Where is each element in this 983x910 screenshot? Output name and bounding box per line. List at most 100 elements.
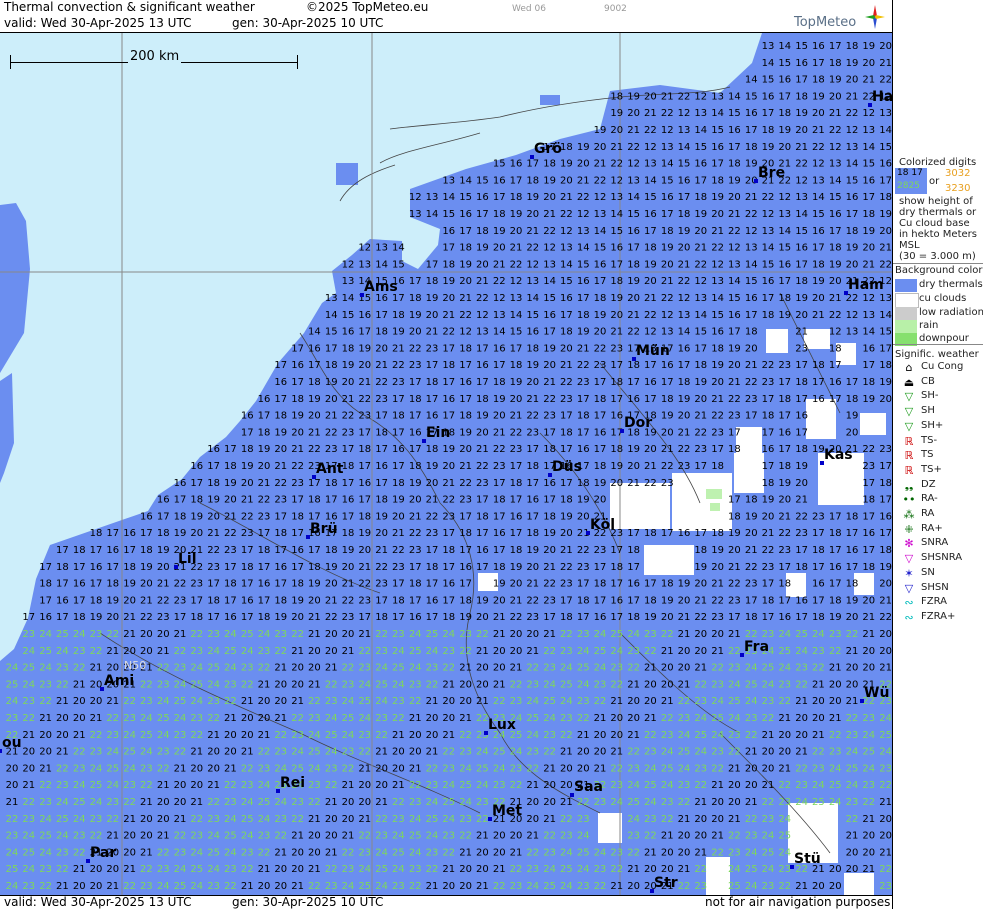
thermal-digit: 22 <box>342 763 355 774</box>
thermal-digit: 23 <box>190 713 203 724</box>
thermal-digit: 17 <box>274 545 287 556</box>
thermal-digit: 18 <box>493 562 506 573</box>
thermal-digit: 17 <box>375 310 388 321</box>
thermal-digit: 18 <box>762 310 775 321</box>
thermal-digit: 24 <box>106 747 119 758</box>
thermal-digit: 20 <box>543 360 556 371</box>
thermal-digit: 22 <box>644 730 657 741</box>
thermal-digit: 23 <box>190 579 203 590</box>
thermal-digit: 13 <box>577 226 590 237</box>
thermal-digit: 17 <box>476 209 489 220</box>
thermal-digit: 20 <box>426 478 439 489</box>
thermal-digit: 17 <box>123 545 136 556</box>
thermal-digit: 22 <box>745 209 758 220</box>
thermal-digit: 14 <box>526 293 539 304</box>
thermal-digit: 23 <box>778 545 791 556</box>
thermal-digit: 20 <box>577 747 590 758</box>
thermal-digit: 18 <box>207 595 220 606</box>
thermal-digit: 19 <box>140 562 153 573</box>
thermal-digit: 19 <box>526 360 539 371</box>
thermal-digit: 22 <box>543 579 556 590</box>
thermal-digit: 22 <box>409 343 422 354</box>
thermal-digit: 22 <box>661 814 674 825</box>
thermal-digit: 21 <box>610 327 623 338</box>
thermal-digit: 19 <box>459 612 472 623</box>
thermal-digit: 14 <box>862 327 875 338</box>
thermal-digit: 16 <box>762 444 775 455</box>
thermal-digit: 22 <box>157 595 170 606</box>
thermal-digit: 23 <box>678 780 691 791</box>
thermal-digit: 22 <box>106 713 119 724</box>
thermal-digit: 21 <box>526 646 539 657</box>
thermal-digit: 18 <box>694 360 707 371</box>
thermal-digit: 17 <box>409 411 422 422</box>
city-label: Par <box>90 845 117 861</box>
thermal-digit: 20 <box>358 797 371 808</box>
thermal-digit: 24 <box>426 797 439 808</box>
thermal-digit: 20 <box>745 763 758 774</box>
thermal-digit: 20 <box>711 797 724 808</box>
thermal-digit: 22 <box>493 881 506 892</box>
thermal-digit: 20 <box>627 696 640 707</box>
thermal-digit: 23 <box>90 629 103 640</box>
thermal-digit: 20 <box>392 763 405 774</box>
thermal-digit: 22 <box>409 881 422 892</box>
thermal-digit: 17 <box>778 562 791 573</box>
footer-valid-time: valid: Wed 30-Apr-2025 13 UTC <box>4 895 192 909</box>
thermal-digit: 25 <box>140 730 153 741</box>
thermal-digit: 22 <box>678 91 691 102</box>
thermal-digit: 20 <box>694 814 707 825</box>
thermal-digit: 21 <box>157 831 170 842</box>
thermal-digit: 20 <box>543 780 556 791</box>
thermal-digit: 20 <box>627 713 640 724</box>
thermal-digit: 19 <box>442 276 455 287</box>
thermal-digit: 21 <box>678 629 691 640</box>
thermal-digit: 21 <box>140 595 153 606</box>
thermal-digit: 20 <box>678 646 691 657</box>
thermal-digit: 16 <box>207 444 220 455</box>
thermal-digit: 22 <box>174 579 187 590</box>
thermal-digit: 17 <box>812 243 825 254</box>
thermal-digit: 20 <box>879 579 892 590</box>
thermal-digit: 18 <box>291 511 304 522</box>
weather-map[interactable]: 13 14 15 16 17 18 19 20 14 15 16 17 18 19 20 21 14 15 16 17… <box>0 33 892 895</box>
thermal-digit: 21 <box>661 444 674 455</box>
thermal-digit: 25 <box>375 864 388 875</box>
thermal-digit: 18 <box>308 377 321 388</box>
thermal-digit: 20 <box>846 679 859 690</box>
thermal-digit: 24 <box>644 763 657 774</box>
thermal-digit: 19 <box>241 461 254 472</box>
thermal-digit: 16 <box>510 511 523 522</box>
thermal-digit: 15 <box>459 192 472 203</box>
thermal-digit: 14 <box>577 243 590 254</box>
thermal-digit: 19 <box>879 562 892 573</box>
topmeteo-logo[interactable]: TopMeteo <box>794 3 886 31</box>
thermal-digit: 24 <box>308 763 321 774</box>
thermal-digit: 20 <box>409 730 422 741</box>
weather-symbol-icon: ℝ <box>904 463 914 477</box>
thermal-digit: 20 <box>678 243 691 254</box>
thermal-digit: 17 <box>258 595 271 606</box>
thermal-digit: 19 <box>627 444 640 455</box>
thermal-digit: 15 <box>342 310 355 321</box>
thermal-digit: 17 <box>627 243 640 254</box>
thermal-digit: 23 <box>342 427 355 438</box>
thermal-digit: 12 <box>510 276 523 287</box>
thermal-digit: 24 <box>308 730 321 741</box>
thermal-digit: 17 <box>22 612 35 623</box>
thermal-digit: 24 <box>342 881 355 892</box>
thermal-digit: 17 <box>829 226 842 237</box>
thermal-digit: 18 <box>846 579 859 590</box>
thermal-digit: 17 <box>846 209 859 220</box>
thermal-digit: 23 <box>426 847 439 858</box>
thermal-digit: 19 <box>274 612 287 623</box>
thermal-digit: 21 <box>543 377 556 388</box>
thermal-digit: 21 <box>224 763 237 774</box>
thermal-digit: 22 <box>157 663 170 674</box>
thermal-digit: 21 <box>526 780 539 791</box>
thermal-digit: 24 <box>476 780 489 791</box>
weather-symbol-icon: ⌂ <box>905 361 913 374</box>
legend-sample-top: 18 17 <box>897 168 923 178</box>
thermal-digit: 22 <box>258 847 271 858</box>
thermal-digit: 13 <box>678 125 691 136</box>
